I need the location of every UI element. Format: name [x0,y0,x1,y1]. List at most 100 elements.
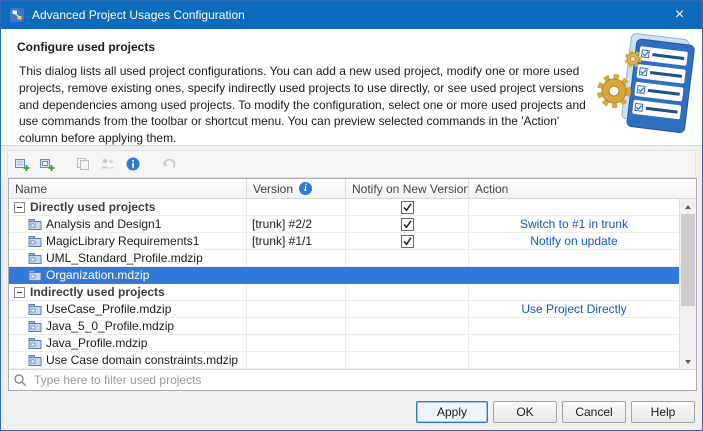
filter-input[interactable] [32,372,692,388]
row-notify-cell[interactable] [346,233,469,250]
row-name-cell[interactable]: Java_5_0_Profile.mdzip [9,318,247,335]
row-label: Analysis and Design1 [46,217,161,231]
cancel-button[interactable]: Cancel [562,401,626,423]
scroll-down-icon[interactable] [680,354,696,369]
row-version [247,250,346,267]
column-header-name[interactable]: Name [9,179,247,198]
table-row[interactable]: Java_Profile.mdzip [9,335,679,352]
window-title: Advanced Project Usages Configuration [32,8,657,22]
row-name-cell[interactable]: MagicLibrary Requirements1 [9,233,247,250]
row-version [247,267,346,284]
row-notify-cell[interactable] [346,250,469,267]
show-dependencies-icon[interactable] [97,153,119,175]
add-indirectly-used-project-icon[interactable] [36,153,58,175]
project-icon [28,218,42,231]
row-name-cell[interactable]: UML_Standard_Profile.mdzip [9,250,247,267]
version-info-icon[interactable]: i [299,182,312,195]
table-row[interactable]: UML_Standard_Profile.mdzip [9,250,679,267]
reset-icon[interactable] [158,153,180,175]
row-notify-cell[interactable] [346,267,469,284]
scrollbar-track[interactable] [680,214,696,354]
row-version [247,199,346,216]
row-action-cell[interactable]: Switch to #1 in trunk [469,216,679,233]
row-label: Organization.mdzip [46,268,149,282]
row-action-cell[interactable]: Notify on update [469,233,679,250]
action-link[interactable]: Switch to #1 in trunk [520,217,628,231]
search-icon [13,373,27,387]
row-notify-cell[interactable] [346,301,469,318]
table-row[interactable]: Analysis and Design1 [trunk] #2/2 Switch… [9,216,679,233]
notify-checkbox[interactable] [401,201,414,214]
row-notify-cell[interactable] [346,284,469,301]
table-row[interactable]: Use Case domain constraints.mdzip [9,352,679,369]
row-version: [trunk] #2/2 [247,216,346,233]
table-row[interactable]: MagicLibrary Requirements1 [trunk] #1/1 … [9,233,679,250]
row-version: [trunk] #1/1 [247,233,346,250]
row-action-cell[interactable] [469,267,679,284]
titlebar[interactable]: Advanced Project Usages Configuration × [1,1,702,29]
row-notify-cell[interactable] [346,216,469,233]
banner-title: Configure used projects [17,40,688,54]
row-name-cell[interactable]: Analysis and Design1 [9,216,247,233]
row-action-cell[interactable] [469,199,679,216]
close-button[interactable]: × [657,1,702,29]
column-header-version[interactable]: Version i [247,179,346,198]
column-label: Version [253,182,293,196]
row-action-cell[interactable] [469,335,679,352]
table-row[interactable]: Directly used projects [9,199,679,216]
project-icon [28,252,42,265]
row-action-cell[interactable] [469,318,679,335]
row-notify-cell[interactable] [346,335,469,352]
row-label: Use Case domain constraints.mdzip [46,353,238,367]
collapse-expander-icon[interactable] [14,202,25,213]
row-version [247,335,346,352]
ok-button[interactable]: OK [493,401,557,423]
info-icon[interactable] [122,153,144,175]
vertical-scrollbar[interactable] [679,199,696,369]
row-action-cell[interactable] [469,250,679,267]
gear-projects-illustration [590,33,696,139]
table-row[interactable]: Organization.mdzip [9,267,679,284]
notify-checkbox[interactable] [401,235,414,248]
scroll-up-icon[interactable] [680,199,696,214]
advanced-project-usages-dialog: Advanced Project Usages Configuration × … [0,0,703,431]
apply-button[interactable]: Apply [416,401,488,423]
row-action-cell[interactable] [469,352,679,369]
row-name-cell[interactable]: Java_Profile.mdzip [9,335,247,352]
row-label: UML_Standard_Profile.mdzip [46,251,203,265]
row-label: UseCase_Profile.mdzip [46,302,171,316]
column-header-action[interactable]: Action [469,179,696,198]
row-name-cell[interactable]: Organization.mdzip [9,267,247,284]
column-label: Notify on New Version [352,182,469,196]
column-header-notify[interactable]: Notify on New Version [346,179,469,198]
toolbar [7,150,696,178]
row-notify-cell[interactable] [346,199,469,216]
copy-icon[interactable] [72,153,94,175]
row-notify-cell[interactable] [346,318,469,335]
notify-checkbox[interactable] [401,218,414,231]
scrollbar-thumb[interactable] [681,214,695,306]
row-name-cell[interactable]: Use Case domain constraints.mdzip [9,352,247,369]
project-icon [28,269,42,282]
table-row[interactable]: Indirectly used projects [9,284,679,301]
table-row[interactable]: UseCase_Profile.mdzip Use Project Direct… [9,301,679,318]
action-link[interactable]: Notify on update [530,234,617,248]
table-row[interactable]: Java_5_0_Profile.mdzip [9,318,679,335]
row-notify-cell[interactable] [346,352,469,369]
row-name-cell[interactable]: UseCase_Profile.mdzip [9,301,247,318]
add-used-project-icon[interactable] [11,153,33,175]
row-action-cell[interactable]: Use Project Directly [469,301,679,318]
row-label: Java_5_0_Profile.mdzip [46,319,174,333]
row-label: Indirectly used projects [30,285,165,299]
help-button[interactable]: Help [631,401,695,423]
used-projects-table: Name Version i Notify on New Version Act… [8,178,697,391]
row-version [247,284,346,301]
collapse-expander-icon[interactable] [14,287,25,298]
column-label: Name [15,182,47,196]
row-name-cell[interactable]: Indirectly used projects [9,284,247,301]
row-name-cell[interactable]: Directly used projects [9,199,247,216]
action-link[interactable]: Use Project Directly [521,302,626,316]
app-icon [9,7,25,23]
row-label: Directly used projects [30,200,155,214]
row-action-cell[interactable] [469,284,679,301]
